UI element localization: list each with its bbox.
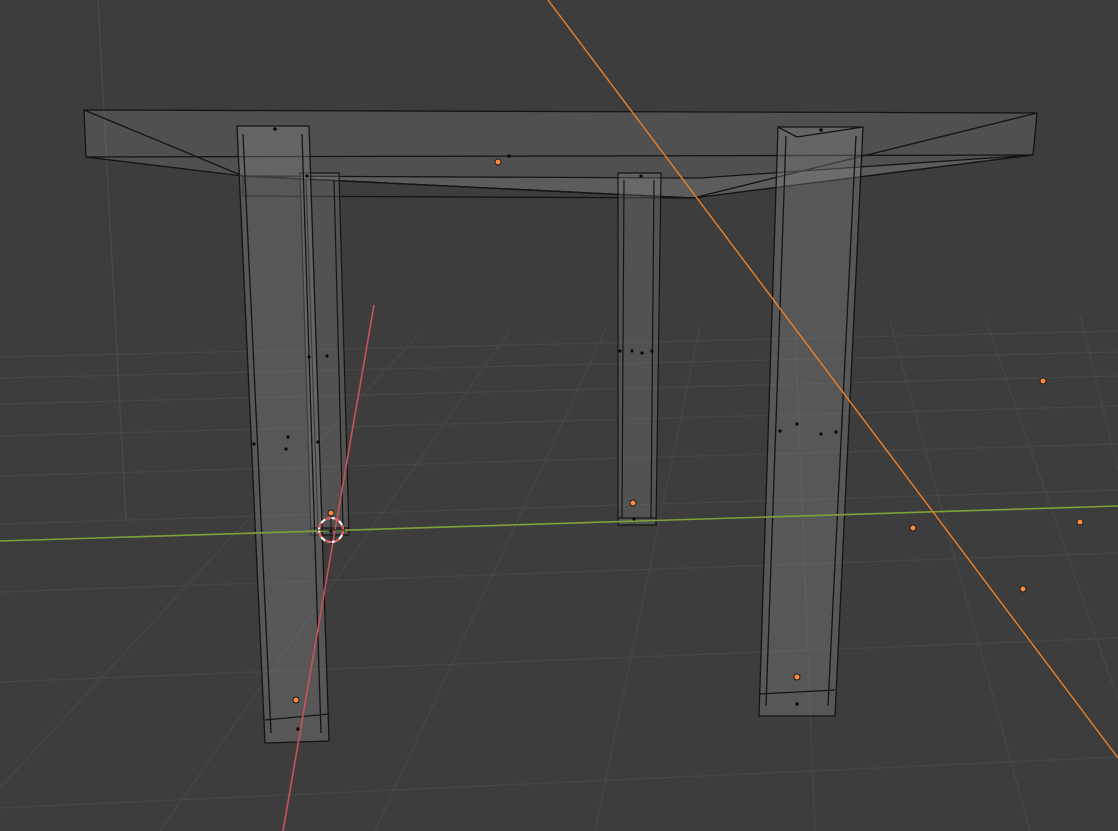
viewport-canvas[interactable] <box>0 0 1118 831</box>
3d-viewport[interactable] <box>0 0 1118 831</box>
leg-back-right[interactable] <box>617 172 662 526</box>
